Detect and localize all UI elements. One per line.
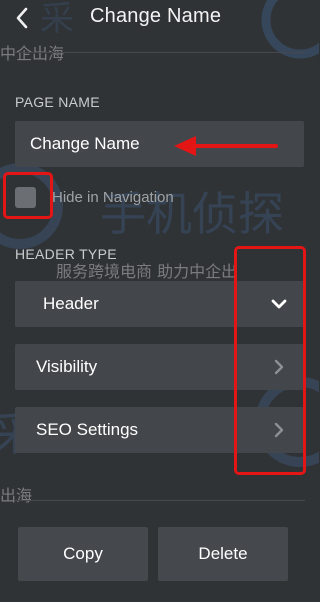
watermark-text-bottom: 出海 [0,486,33,505]
back-button[interactable] [8,4,36,32]
chevron-left-icon [16,7,28,29]
hide-in-navigation-checkbox[interactable] [15,186,36,208]
visibility-label: Visibility [36,357,98,376]
chevron-down-icon [270,295,288,313]
actions-divider [14,500,305,501]
header-divider [14,52,305,53]
hide-in-navigation-label: Hide in Navigation [52,188,174,206]
header-type-label: HEADER TYPE [15,246,117,262]
seo-settings-row[interactable]: SEO Settings [15,407,304,453]
visibility-row[interactable]: Visibility [15,344,304,390]
chevron-right-icon [272,422,286,438]
header-type-value: Header [43,294,99,313]
delete-button[interactable]: Delete [158,527,288,581]
copy-button[interactable]: Copy [18,527,148,581]
hide-in-navigation-row: Hide in Navigation [15,182,174,212]
chevron-right-icon [272,359,286,375]
page-settings-panel: Change Name 采 手机侦探 采 中企出海 服务跨境电商 助力中企出 出… [0,0,319,602]
page-name-label: PAGE NAME [15,94,100,110]
panel-header: Change Name [0,0,319,36]
seo-settings-label: SEO Settings [36,420,139,439]
panel-title: Change Name [90,5,222,27]
page-name-input[interactable]: Change Name [15,121,304,167]
header-type-select[interactable]: Header [15,281,304,327]
